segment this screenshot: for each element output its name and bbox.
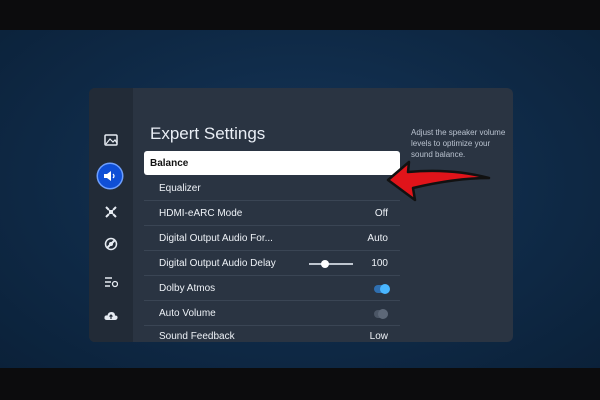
settings-sidebar: [89, 88, 133, 342]
slider-knob[interactable]: [320, 259, 329, 268]
dolby-atmos-toggle[interactable]: [374, 283, 390, 294]
setting-label: Equalizer: [159, 183, 201, 194]
setting-value: 100: [371, 258, 388, 269]
support-icon[interactable]: [101, 234, 121, 254]
setting-value: Auto: [367, 233, 388, 244]
cloud-icon[interactable]: [101, 306, 121, 326]
delay-control: 100: [309, 258, 388, 269]
speaker-icon[interactable]: [98, 164, 122, 188]
setting-description: Adjust the speaker volume levels to opti…: [411, 128, 506, 159]
setting-label: Digital Output Audio Delay: [159, 258, 276, 269]
setting-label: Sound Feedback: [159, 331, 235, 341]
setting-label: Digital Output Audio For...: [159, 233, 273, 244]
setting-auto-volume[interactable]: Auto Volume: [144, 302, 400, 326]
setting-label: Auto Volume: [159, 308, 216, 319]
letterbox-bottom: [0, 368, 600, 400]
setting-dolby-atmos[interactable]: Dolby Atmos: [144, 277, 400, 301]
setting-label: Dolby Atmos: [159, 283, 216, 294]
picture-icon[interactable]: [101, 130, 121, 150]
setting-equalizer[interactable]: Equalizer: [144, 177, 400, 201]
setting-label: Balance: [150, 157, 189, 169]
letterbox-top: [0, 0, 600, 30]
settings-main: Expert Settings Balance Equalizer HDMI-e…: [141, 88, 400, 342]
setting-sound-feedback[interactable]: Sound Feedback Low: [144, 331, 400, 341]
setting-balance[interactable]: Balance: [144, 151, 400, 175]
setting-digital-output-audio-delay[interactable]: Digital Output Audio Delay 100: [144, 252, 400, 276]
tv-screen: Expert Settings Balance Equalizer HDMI-e…: [0, 30, 600, 368]
setting-value: Low: [369, 331, 388, 341]
connection-icon[interactable]: [101, 202, 121, 222]
setting-hdmi-earc-mode[interactable]: HDMI-eARC Mode Off: [144, 202, 400, 226]
pointer-arrow-icon: [386, 160, 491, 202]
auto-volume-toggle[interactable]: [374, 308, 388, 319]
page-title: Expert Settings: [150, 124, 266, 143]
setting-digital-output-audio-format[interactable]: Digital Output Audio For... Auto: [144, 227, 400, 251]
general-settings-icon[interactable]: [101, 272, 121, 292]
delay-slider[interactable]: [309, 259, 354, 268]
setting-label: HDMI-eARC Mode: [159, 208, 243, 219]
